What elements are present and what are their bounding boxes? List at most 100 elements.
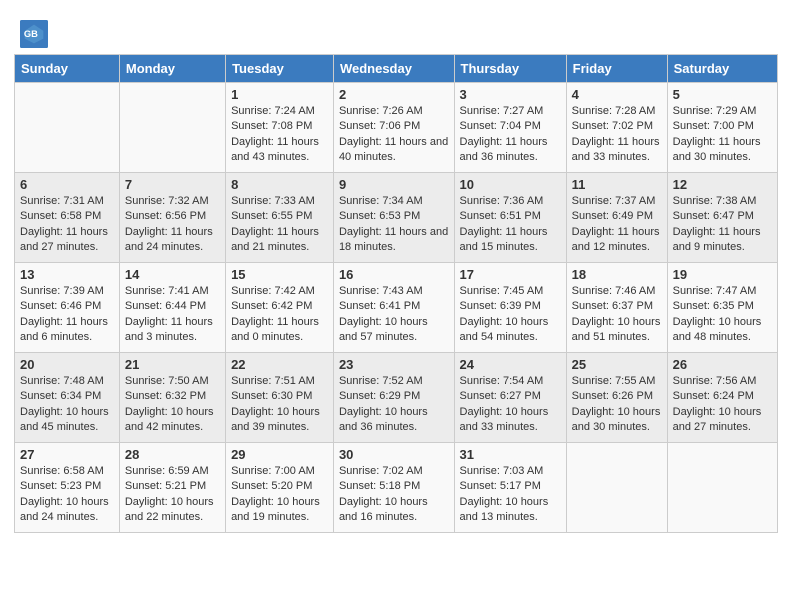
calendar-cell: 30 Sunrise: 7:02 AMSunset: 5:18 PMDayligh… [333, 443, 454, 533]
cell-sun-info: Sunrise: 7:47 AMSunset: 6:35 PMDaylight:… [673, 284, 772, 346]
week-row-4: 27 Sunrise: 6:58 AMSunset: 5:23 PMDayligh… [15, 443, 778, 533]
calendar-cell: 7 Sunrise: 7:32 AMSunset: 6:56 PMDaylight… [119, 173, 225, 263]
cell-sun-info: Sunrise: 7:51 AMSunset: 6:30 PMDaylight:… [231, 374, 328, 436]
calendar-cell [566, 443, 667, 533]
cell-sun-info: Sunrise: 7:46 AMSunset: 6:37 PMDaylight:… [572, 284, 662, 346]
calendar-cell: 25 Sunrise: 7:55 AMSunset: 6:26 PMDayligh… [566, 353, 667, 443]
calendar-cell: 3 Sunrise: 7:27 AMSunset: 7:04 PMDaylight… [454, 83, 566, 173]
cell-sun-info: Sunrise: 7:32 AMSunset: 6:56 PMDaylight:… [125, 194, 220, 256]
day-number: 2 [339, 87, 449, 102]
header-cell-friday: Friday [566, 55, 667, 83]
cell-sun-info: Sunrise: 7:33 AMSunset: 6:55 PMDaylight:… [231, 194, 328, 256]
header-cell-saturday: Saturday [667, 55, 777, 83]
day-number: 10 [460, 177, 561, 192]
calendar-cell [119, 83, 225, 173]
day-number: 5 [673, 87, 772, 102]
day-number: 24 [460, 357, 561, 372]
calendar-cell: 16 Sunrise: 7:43 AMSunset: 6:41 PMDayligh… [333, 263, 454, 353]
calendar-cell: 27 Sunrise: 6:58 AMSunset: 5:23 PMDayligh… [15, 443, 120, 533]
cell-sun-info: Sunrise: 7:45 AMSunset: 6:39 PMDaylight:… [460, 284, 561, 346]
cell-sun-info: Sunrise: 7:02 AMSunset: 5:18 PMDaylight:… [339, 464, 449, 526]
calendar-cell: 31Sunrise: 7:03 AMSunset: 5:17 PMDayligh… [454, 443, 566, 533]
svg-text:GB: GB [24, 29, 38, 39]
header-row: SundayMondayTuesdayWednesdayThursdayFrid… [15, 55, 778, 83]
cell-sun-info: Sunrise: 7:41 AMSunset: 6:44 PMDaylight:… [125, 284, 220, 346]
cell-sun-info: Sunrise: 7:54 AMSunset: 6:27 PMDaylight:… [460, 374, 561, 436]
cell-sun-info: Sunrise: 7:28 AMSunset: 7:02 PMDaylight:… [572, 104, 662, 166]
calendar-cell: 11Sunrise: 7:37 AMSunset: 6:49 PMDayligh… [566, 173, 667, 263]
cell-sun-info: Sunrise: 7:56 AMSunset: 6:24 PMDaylight:… [673, 374, 772, 436]
header-cell-thursday: Thursday [454, 55, 566, 83]
day-number: 9 [339, 177, 449, 192]
calendar-cell: 17 Sunrise: 7:45 AMSunset: 6:39 PMDayligh… [454, 263, 566, 353]
header-cell-tuesday: Tuesday [226, 55, 334, 83]
cell-sun-info: Sunrise: 7:55 AMSunset: 6:26 PMDaylight:… [572, 374, 662, 436]
calendar-cell: 5 Sunrise: 7:29 AMSunset: 7:00 PMDaylight… [667, 83, 777, 173]
day-number: 19 [673, 267, 772, 282]
week-row-3: 20Sunrise: 7:48 AMSunset: 6:34 PMDayligh… [15, 353, 778, 443]
day-number: 26 [673, 357, 772, 372]
day-number: 1 [231, 87, 328, 102]
day-number: 14 [125, 267, 220, 282]
day-number: 11 [572, 177, 662, 192]
day-number: 4 [572, 87, 662, 102]
day-number: 25 [572, 357, 662, 372]
day-number: 30 [339, 447, 449, 462]
day-number: 21 [125, 357, 220, 372]
day-number: 6 [20, 177, 114, 192]
day-number: 17 [460, 267, 561, 282]
logo: GB [20, 20, 52, 48]
cell-sun-info: Sunrise: 7:43 AMSunset: 6:41 PMDaylight:… [339, 284, 449, 346]
calendar-cell: 26 Sunrise: 7:56 AMSunset: 6:24 PMDayligh… [667, 353, 777, 443]
day-number: 18 [572, 267, 662, 282]
page-header: GB [10, 10, 782, 54]
cell-sun-info: Sunrise: 7:03 AMSunset: 5:17 PMDaylight:… [460, 464, 561, 526]
day-number: 7 [125, 177, 220, 192]
day-number: 23 [339, 357, 449, 372]
calendar-cell: 2Sunrise: 7:26 AMSunset: 7:06 PMDaylight… [333, 83, 454, 173]
calendar-cell: 20Sunrise: 7:48 AMSunset: 6:34 PMDayligh… [15, 353, 120, 443]
cell-sun-info: Sunrise: 7:00 AMSunset: 5:20 PMDaylight:… [231, 464, 328, 526]
calendar-cell: 21Sunrise: 7:50 AMSunset: 6:32 PMDayligh… [119, 353, 225, 443]
cell-sun-info: Sunrise: 6:58 AMSunset: 5:23 PMDaylight:… [20, 464, 114, 526]
day-number: 29 [231, 447, 328, 462]
calendar-cell: 13 Sunrise: 7:39 AMSunset: 6:46 PMDayligh… [15, 263, 120, 353]
week-row-2: 13 Sunrise: 7:39 AMSunset: 6:46 PMDayligh… [15, 263, 778, 353]
header-cell-sunday: Sunday [15, 55, 120, 83]
calendar-cell: 18 Sunrise: 7:46 AMSunset: 6:37 PMDayligh… [566, 263, 667, 353]
calendar-cell: 8Sunrise: 7:33 AMSunset: 6:55 PMDaylight… [226, 173, 334, 263]
calendar-cell [667, 443, 777, 533]
calendar-cell: 22 Sunrise: 7:51 AMSunset: 6:30 PMDayligh… [226, 353, 334, 443]
week-row-1: 6 Sunrise: 7:31 AMSunset: 6:58 PMDaylight… [15, 173, 778, 263]
day-number: 27 [20, 447, 114, 462]
cell-sun-info: Sunrise: 7:31 AMSunset: 6:58 PMDaylight:… [20, 194, 114, 256]
calendar-cell: 1Sunrise: 7:24 AMSunset: 7:08 PMDaylight… [226, 83, 334, 173]
cell-sun-info: Sunrise: 7:27 AMSunset: 7:04 PMDaylight:… [460, 104, 561, 166]
day-number: 16 [339, 267, 449, 282]
calendar-cell: 29 Sunrise: 7:00 AMSunset: 5:20 PMDayligh… [226, 443, 334, 533]
calendar-cell: 19 Sunrise: 7:47 AMSunset: 6:35 PMDayligh… [667, 263, 777, 353]
calendar-cell: 14 Sunrise: 7:41 AMSunset: 6:44 PMDayligh… [119, 263, 225, 353]
header-cell-monday: Monday [119, 55, 225, 83]
cell-sun-info: Sunrise: 7:52 AMSunset: 6:29 PMDaylight:… [339, 374, 449, 436]
day-number: 13 [20, 267, 114, 282]
calendar-cell: 9 Sunrise: 7:34 AMSunset: 6:53 PMDaylight… [333, 173, 454, 263]
cell-sun-info: Sunrise: 7:39 AMSunset: 6:46 PMDaylight:… [20, 284, 114, 346]
day-number: 22 [231, 357, 328, 372]
calendar-body: 1Sunrise: 7:24 AMSunset: 7:08 PMDaylight… [15, 83, 778, 533]
day-number: 20 [20, 357, 114, 372]
calendar-cell: 12 Sunrise: 7:38 AMSunset: 6:47 PMDayligh… [667, 173, 777, 263]
calendar-cell: 28Sunrise: 6:59 AMSunset: 5:21 PMDayligh… [119, 443, 225, 533]
week-row-0: 1Sunrise: 7:24 AMSunset: 7:08 PMDaylight… [15, 83, 778, 173]
calendar-cell [15, 83, 120, 173]
calendar-header: SundayMondayTuesdayWednesdayThursdayFrid… [15, 55, 778, 83]
calendar-cell: 15Sunrise: 7:42 AMSunset: 6:42 PMDayligh… [226, 263, 334, 353]
calendar-cell: 6 Sunrise: 7:31 AMSunset: 6:58 PMDaylight… [15, 173, 120, 263]
header-cell-wednesday: Wednesday [333, 55, 454, 83]
cell-sun-info: Sunrise: 7:34 AMSunset: 6:53 PMDaylight:… [339, 194, 449, 256]
day-number: 12 [673, 177, 772, 192]
cell-sun-info: Sunrise: 7:29 AMSunset: 7:00 PMDaylight:… [673, 104, 772, 166]
cell-sun-info: Sunrise: 7:38 AMSunset: 6:47 PMDaylight:… [673, 194, 772, 256]
day-number: 3 [460, 87, 561, 102]
logo-icon: GB [20, 20, 48, 48]
